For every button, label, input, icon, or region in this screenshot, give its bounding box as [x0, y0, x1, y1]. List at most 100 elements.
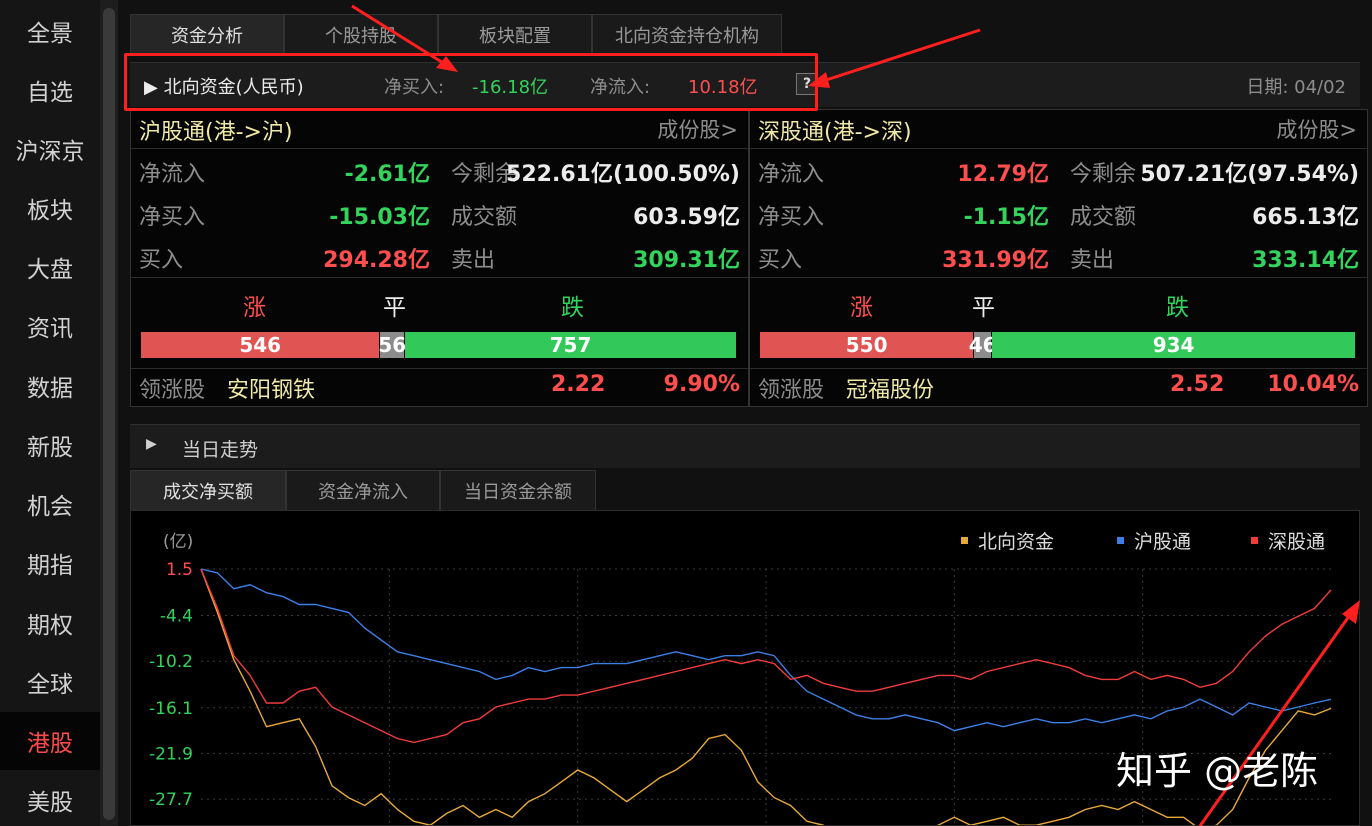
net-buy-label: 净买入	[758, 205, 825, 230]
sidebar-item-options[interactable]: 期权	[0, 594, 100, 652]
divider	[750, 368, 1367, 369]
sgt-panel: 深股通(港->深) 成份股> 净流入 12.79亿 今剩余 507.21亿(97…	[749, 109, 1368, 407]
leader-label: 领涨股	[758, 378, 825, 403]
flat-count-bar: 56	[378, 332, 407, 358]
net-inflow-value: -2.61亿	[344, 162, 430, 187]
remaining-value: 522.61亿(100.50%)	[506, 162, 740, 187]
tab-net-buy-amount[interactable]: 成交净买额	[130, 470, 286, 510]
sell-label: 卖出	[1070, 248, 1115, 273]
y-tick-label: -16.1	[149, 699, 193, 719]
sell-value: 309.31亿	[633, 248, 740, 273]
tab-net-inflow[interactable]: 资金净流入	[286, 470, 440, 510]
down-label: 跌	[561, 295, 584, 321]
legend-item[interactable]: 北向资金	[961, 527, 1054, 554]
series-line-3	[200, 568, 1332, 744]
tab-fund-analysis[interactable]: 资金分析	[130, 14, 284, 54]
leader-pct: 10.04%	[1267, 372, 1359, 397]
sidebar-item-overview[interactable]: 全景	[0, 2, 100, 60]
net-buy-value: -16.18亿	[472, 77, 549, 98]
legend-item[interactable]: 沪股通	[1117, 527, 1191, 554]
buy-value: 331.99亿	[942, 248, 1049, 273]
buy-label: 买入	[139, 248, 184, 273]
northbound-summary-bar: ▶ 北向资金(人民币) 净买入: -16.18亿 净流入: 10.18亿 ? 日…	[130, 62, 1360, 107]
northbound-title[interactable]: ▶ 北向资金(人民币)	[144, 73, 304, 99]
sell-label: 卖出	[451, 248, 496, 273]
sidebar-item-sectors[interactable]: 板块	[0, 179, 100, 237]
legend-swatch	[1117, 537, 1124, 544]
tab-northbound-institutions[interactable]: 北向资金持仓机构	[592, 14, 782, 54]
legend-label: 沪股通	[1134, 531, 1192, 553]
scrollbar-thumb[interactable]	[103, 8, 115, 820]
trend-title: 当日走势	[182, 439, 259, 461]
sidebar-item-opportunity[interactable]: 机会	[0, 475, 100, 533]
y-tick-label: -10.2	[149, 652, 193, 672]
leader-price: 2.52	[1170, 372, 1225, 397]
leader-name[interactable]: 安阳钢铁	[227, 372, 315, 404]
sidebar: 全景 自选 沪深京 板块 大盘 资讯 数据 新股 机会 期指 期权 全球 港股 …	[0, 0, 100, 826]
intraday-trend-header[interactable]: ▶ 当日走势	[130, 424, 1360, 468]
divider	[750, 148, 1367, 149]
hgt-panel: 沪股通(港->沪) 成份股> 净流入 -2.61亿 今剩余 522.61亿(10…	[130, 109, 749, 407]
watermark: 知乎 @老陈	[1116, 749, 1319, 793]
legend-item[interactable]: 深股通	[1251, 527, 1325, 554]
sidebar-scrollbar[interactable]	[100, 0, 118, 826]
buy-label: 买入	[758, 248, 803, 273]
turnover-value: 665.13亿	[1252, 205, 1359, 230]
net-inflow-value: 10.18亿	[688, 77, 758, 98]
sidebar-item-news[interactable]: 资讯	[0, 297, 100, 355]
sidebar-item-futures[interactable]: 期指	[0, 534, 100, 592]
legend-swatch	[1251, 537, 1258, 544]
divider	[131, 368, 748, 369]
net-buy-label: 净买入	[139, 205, 206, 230]
y-tick-label: -4.4	[160, 607, 193, 627]
sidebar-item-hk-stocks[interactable]: 港股	[0, 712, 100, 770]
y-tick-label: -27.7	[149, 790, 193, 810]
turnover-label: 成交额	[451, 205, 518, 230]
legend-swatch	[961, 537, 968, 544]
down-count-bar: 934	[992, 332, 1355, 358]
down-label: 跌	[1166, 295, 1189, 321]
leader-price: 2.22	[551, 372, 606, 397]
tab-sector-allocation[interactable]: 板块配置	[438, 14, 592, 54]
net-inflow-label: 净流入:	[590, 77, 651, 98]
leader-pct: 9.90%	[663, 372, 740, 397]
leader-label: 领涨股	[139, 378, 206, 403]
leader-name[interactable]: 冠福股份	[846, 372, 934, 404]
net-inflow-label: 净流入	[758, 162, 825, 187]
sidebar-item-hs-market[interactable]: 沪深京	[0, 120, 100, 178]
tab-stock-holdings[interactable]: 个股持股	[284, 14, 438, 54]
sidebar-item-data[interactable]: 数据	[0, 357, 100, 415]
flat-label: 平	[383, 295, 406, 321]
sidebar-item-index[interactable]: 大盘	[0, 238, 100, 296]
sidebar-item-ipo[interactable]: 新股	[0, 416, 100, 474]
sidebar-item-watchlist[interactable]: 自选	[0, 61, 100, 119]
up-count-bar: 550	[760, 332, 974, 358]
flat-count-bar: 46	[968, 332, 997, 358]
sidebar-item-global[interactable]: 全球	[0, 653, 100, 711]
net-buy-label: 净买入:	[384, 77, 445, 98]
expand-triangle-icon[interactable]: ▶	[146, 436, 157, 452]
hgt-constituents-link[interactable]: 成份股>	[657, 114, 738, 144]
divider	[131, 277, 748, 278]
help-button[interactable]: ?	[796, 73, 818, 95]
trend-tabs: 成交净买额 资金净流入 当日资金余额	[130, 470, 596, 510]
up-label: 涨	[850, 295, 873, 321]
divider	[131, 148, 748, 149]
legend-label: 北向资金	[978, 531, 1055, 553]
y-tick-label: -21.9	[149, 744, 193, 764]
legend-label: 深股通	[1268, 531, 1326, 553]
net-buy-value: -15.03亿	[329, 205, 430, 230]
y-axis-label: (亿)	[163, 532, 193, 552]
sgt-title: 深股通(港->深)	[758, 120, 912, 145]
sidebar-item-us-stocks[interactable]: 美股	[0, 771, 100, 826]
flat-label: 平	[972, 295, 995, 321]
remaining-value: 507.21亿(97.54%)	[1140, 162, 1359, 187]
hgt-title: 沪股通(港->沪)	[139, 120, 293, 145]
up-label: 涨	[243, 295, 266, 321]
turnover-label: 成交额	[1070, 205, 1137, 230]
sgt-constituents-link[interactable]: 成份股>	[1276, 114, 1357, 144]
main-content: 资金分析 个股持股 板块配置 北向资金持仓机构 ▶ 北向资金(人民币) 净买入:…	[118, 0, 1372, 826]
sell-value: 333.14亿	[1252, 248, 1359, 273]
tab-daily-balance[interactable]: 当日资金余额	[440, 470, 596, 510]
date-label: 日期: 04/02	[1246, 77, 1346, 98]
